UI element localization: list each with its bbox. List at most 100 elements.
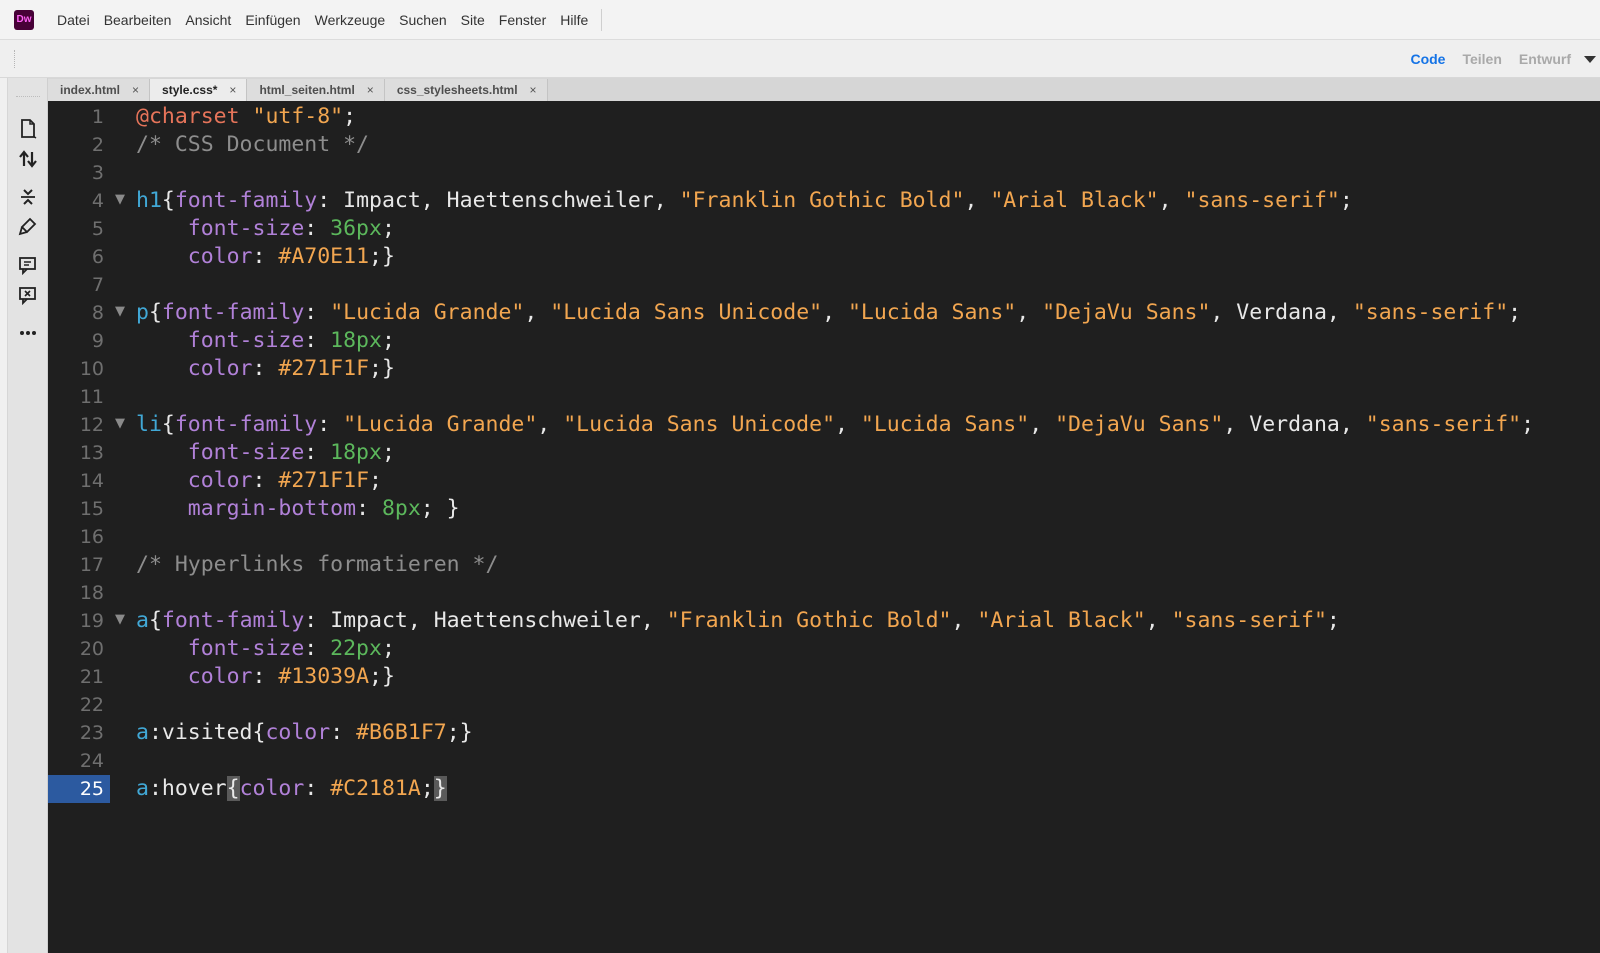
line-number[interactable]: 7 — [48, 271, 110, 299]
line-number[interactable]: 23 — [48, 719, 110, 747]
line-number[interactable]: 21 — [48, 663, 110, 691]
code-line[interactable]: 19 ▼ a{font-family: Impact, Haettenschweil… — [48, 607, 1600, 635]
line-number[interactable]: 15 — [48, 495, 110, 523]
code-line[interactable]: 18 — [48, 579, 1600, 607]
more-icon[interactable] — [17, 322, 39, 344]
remove-comment-icon[interactable] — [17, 284, 39, 306]
code-line[interactable]: 2 /* CSS Document */ — [48, 131, 1600, 159]
tab-html-seiten[interactable]: html_seiten.html × — [247, 79, 385, 101]
menu-ansicht[interactable]: Ansicht — [178, 0, 238, 40]
fold-toggle-icon[interactable]: ▼ — [113, 411, 127, 439]
line-number[interactable]: 4 — [48, 187, 110, 215]
menu-bearbeiten[interactable]: Bearbeiten — [97, 0, 179, 40]
code-line[interactable]: 23 a:visited{color: #B6B1F7;} — [48, 719, 1600, 747]
code-line[interactable]: 7 — [48, 271, 1600, 299]
code-line[interactable]: 4 ▼ h1{font-family: Impact, Haettenschweil… — [48, 187, 1600, 215]
code-editor[interactable]: 1 @charset "utf-8"; 2/* CSS Document */3 4 ▼… — [48, 101, 1600, 953]
code-line[interactable]: 16 — [48, 523, 1600, 551]
menu-suchen[interactable]: Suchen — [392, 0, 453, 40]
code-line[interactable]: 9 font-size: 18px; — [48, 327, 1600, 355]
code-line[interactable]: 10 color: #271F1F;} — [48, 355, 1600, 383]
code-line[interactable]: 3 — [48, 159, 1600, 187]
line-number[interactable]: 19 — [48, 607, 110, 635]
line-number[interactable]: 16 — [48, 523, 110, 551]
menu-site[interactable]: Site — [454, 0, 492, 40]
line-number[interactable]: 24 — [48, 747, 110, 775]
line-number[interactable]: 10 — [48, 355, 110, 383]
code-token: ;} — [369, 244, 395, 269]
line-number[interactable]: 5 — [48, 215, 110, 243]
menu-einfuegen[interactable]: Einfügen — [238, 0, 307, 40]
code-line[interactable]: 11 — [48, 383, 1600, 411]
close-icon[interactable]: × — [229, 83, 236, 97]
view-dropdown-caret-icon[interactable] — [1584, 55, 1596, 63]
coding-toolbar-grip[interactable] — [16, 96, 40, 97]
code-line[interactable]: 14 color: #271F1F; — [48, 467, 1600, 495]
code-line[interactable]: 1 @charset "utf-8"; — [48, 103, 1600, 131]
line-number[interactable]: 8 — [48, 299, 110, 327]
code-line[interactable]: 5 font-size: 36px; — [48, 215, 1600, 243]
line-number[interactable]: 14 — [48, 467, 110, 495]
menu-fenster[interactable]: Fenster — [492, 0, 553, 40]
toolbar-grip[interactable] — [14, 50, 16, 68]
line-number[interactable]: 11 — [48, 383, 110, 411]
code-line[interactable]: 17 /* Hyperlinks formatieren */ — [48, 551, 1600, 579]
code-line[interactable]: 6 color: #A70E11;} — [48, 243, 1600, 271]
code-line[interactable]: 20 font-size: 22px; — [48, 635, 1600, 663]
code-token: ; } — [420, 496, 460, 521]
code-view-button[interactable]: Code — [1410, 51, 1445, 67]
line-number[interactable]: 13 — [48, 439, 110, 467]
code-line[interactable]: 15 margin-bottom: 8px; } — [48, 495, 1600, 523]
line-number[interactable]: 18 — [48, 579, 110, 607]
code-token: , — [1016, 300, 1043, 325]
line-number[interactable]: 9 — [48, 327, 110, 355]
line-number[interactable]: 17 — [48, 551, 110, 579]
code-token: ;} — [369, 356, 395, 381]
line-number[interactable]: 1 — [48, 103, 110, 131]
code-token: ; — [381, 440, 395, 465]
line-number[interactable]: 2 — [48, 131, 110, 159]
code-line[interactable]: 22 — [48, 691, 1600, 719]
menu-datei[interactable]: Datei — [50, 0, 97, 40]
fold-toggle-icon[interactable]: ▼ — [113, 607, 127, 635]
line-number[interactable]: 3 — [48, 159, 110, 187]
sync-arrows-icon[interactable] — [17, 148, 39, 170]
tab-index-html[interactable]: index.html × — [48, 79, 151, 101]
line-number[interactable]: 25 — [48, 775, 110, 803]
menu-hilfe[interactable]: Hilfe — [553, 0, 595, 40]
tab-label: css_stylesheets.html — [396, 83, 518, 97]
tab-css-stylesheets[interactable]: css_stylesheets.html × — [384, 79, 548, 101]
code-line[interactable]: 13 font-size: 18px; — [48, 439, 1600, 467]
code-token: , — [1029, 412, 1056, 437]
code-line[interactable]: 21 color: #13039A;} — [48, 663, 1600, 691]
line-number[interactable]: 20 — [48, 635, 110, 663]
code-token: font-family — [161, 608, 305, 633]
comment-icon[interactable] — [17, 254, 39, 276]
code-line[interactable]: 12 ▼ li{font-family: "Lucida Grande", "Luc… — [48, 411, 1600, 439]
open-document-icon[interactable] — [17, 118, 39, 140]
code-token: ;} — [446, 720, 473, 745]
code-token: font-size — [187, 440, 305, 465]
code-token: :visited — [148, 720, 253, 745]
collapse-icon[interactable] — [17, 186, 39, 208]
line-number[interactable]: 22 — [48, 691, 110, 719]
code-token: , — [537, 412, 564, 437]
close-icon[interactable]: × — [132, 83, 139, 97]
split-view-button[interactable]: Teilen — [1462, 51, 1501, 67]
code-token: a — [136, 720, 149, 745]
format-brush-icon[interactable] — [17, 216, 39, 238]
close-icon[interactable]: × — [530, 83, 537, 97]
line-number[interactable]: 12 — [48, 411, 110, 439]
code-token: ;} — [369, 664, 395, 689]
menu-werkzeuge[interactable]: Werkzeuge — [308, 0, 393, 40]
tab-style-css[interactable]: style.css* × — [150, 79, 248, 101]
line-number[interactable]: 6 — [48, 243, 110, 271]
fold-toggle-icon[interactable]: ▼ — [113, 299, 127, 327]
code-line[interactable]: 24 — [48, 747, 1600, 775]
fold-toggle-icon[interactable]: ▼ — [113, 187, 127, 215]
code-line[interactable]: 25 a:hover{color: #C2181A;} — [48, 775, 1600, 803]
code-token: Impact, Haettenschweiler, — [330, 608, 667, 633]
close-icon[interactable]: × — [367, 83, 374, 97]
code-line[interactable]: 8 ▼ p{font-family: "Lucida Grande", "Lucid… — [48, 299, 1600, 327]
design-view-button[interactable]: Entwurf — [1519, 51, 1571, 67]
